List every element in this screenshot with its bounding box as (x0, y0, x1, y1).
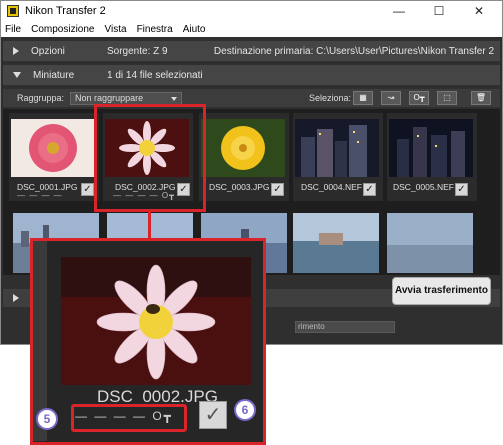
menu-aiuto[interactable]: Aiuto (183, 24, 206, 35)
thumbnail-checkbox[interactable]: ✓ (271, 183, 284, 196)
minimize-button[interactable]: — (379, 1, 419, 21)
destination-label: Destinazione primaria: C:\Users\User\Pic… (213, 45, 494, 57)
thumbnail-image (387, 213, 473, 273)
selection-count: 1 di 14 file selezionati (107, 69, 203, 81)
title-bar: Nikon Transfer 2 — ☐ ✕ (1, 1, 502, 21)
select-protected-icon[interactable]: O┳ (409, 91, 429, 105)
thumbnail-item[interactable]: DSC_0004.NEF ✓ (293, 113, 383, 201)
window-title: Nikon Transfer 2 (25, 5, 106, 17)
thumbnail-image (11, 119, 95, 177)
menu-bar: File Composizione Vista Finestra Aiuto (1, 21, 502, 37)
select-all-icon[interactable]: ▦ (353, 91, 373, 105)
callout-number-6: 6 (234, 399, 256, 421)
group-select[interactable]: Non raggruppare (70, 91, 183, 105)
menu-finestra[interactable]: Finestra (137, 24, 173, 35)
thumbnail-status: — — — — (17, 191, 63, 200)
thumbnail-filename: DSC_0005.NEF (393, 182, 454, 192)
maximize-button[interactable]: ☐ (419, 1, 459, 21)
collapse-arrow-icon[interactable] (13, 72, 21, 78)
thumbnail-item[interactable]: DSC_0003.JPG ✓ (199, 113, 289, 201)
callout-number-5: 5 (36, 408, 58, 430)
menu-composizione[interactable]: Composizione (31, 24, 94, 35)
start-transfer-button[interactable]: Avvia trasferimento (392, 277, 491, 305)
options-bar[interactable]: Opzioni Sorgente: Z 9 Destinazione prima… (3, 41, 500, 61)
thumbnails-label: Miniature (33, 69, 75, 81)
thumbnail-checkbox[interactable]: ✓ (455, 183, 468, 196)
menu-vista[interactable]: Vista (105, 24, 127, 35)
thumbnail-filename: DSC_0003.JPG (209, 182, 270, 192)
thumbnail-item[interactable]: DSC_0005.NEF ✓ (387, 113, 477, 201)
options-label: Opzioni (31, 45, 65, 57)
callout-box (94, 104, 206, 212)
thumbnail-checkbox[interactable]: ✓ (363, 183, 376, 196)
nikon-transfer-icon (7, 5, 19, 17)
trash-icon[interactable]: 🗑 (471, 91, 491, 105)
thumbnail-image (295, 119, 379, 177)
zoomed-image (61, 257, 251, 385)
expand-arrow-icon[interactable] (13, 294, 19, 302)
thumbnail-item[interactable]: DSC_0001.JPG — — — — ✓ (9, 113, 99, 201)
thumbnail-image (201, 119, 285, 177)
zoomed-checkbox[interactable]: ✓ (199, 401, 227, 429)
menu-file[interactable]: File (5, 24, 21, 35)
thumbnail-image (389, 119, 473, 177)
select-label: Seleziona: (309, 93, 352, 103)
zoomed-thumbnail: DSC_0002.JPG — — — — O┳ ✓ (30, 238, 266, 445)
select-none-icon[interactable]: ⬚ (437, 91, 457, 105)
thumbnail-checkbox[interactable]: ✓ (81, 183, 94, 196)
expand-arrow-icon[interactable] (13, 47, 19, 55)
transfer-status: rimento (295, 321, 395, 333)
thumbnail-filename: DSC_0004.NEF (301, 182, 362, 192)
close-button[interactable]: ✕ (459, 1, 499, 21)
group-bar: Raggruppa: Non raggruppare Seleziona: ▦ … (3, 89, 500, 107)
thumbnail-image (293, 213, 379, 273)
callout-connector (148, 212, 151, 239)
protect-key-icon: — — — — O┳ (75, 409, 173, 423)
source-label: Sorgente: Z 9 (107, 45, 168, 57)
group-label: Raggruppa: (17, 93, 65, 103)
select-new-icon[interactable]: ↝ (381, 91, 401, 105)
thumbnails-bar[interactable]: Miniature 1 di 14 file selezionati (3, 65, 500, 85)
